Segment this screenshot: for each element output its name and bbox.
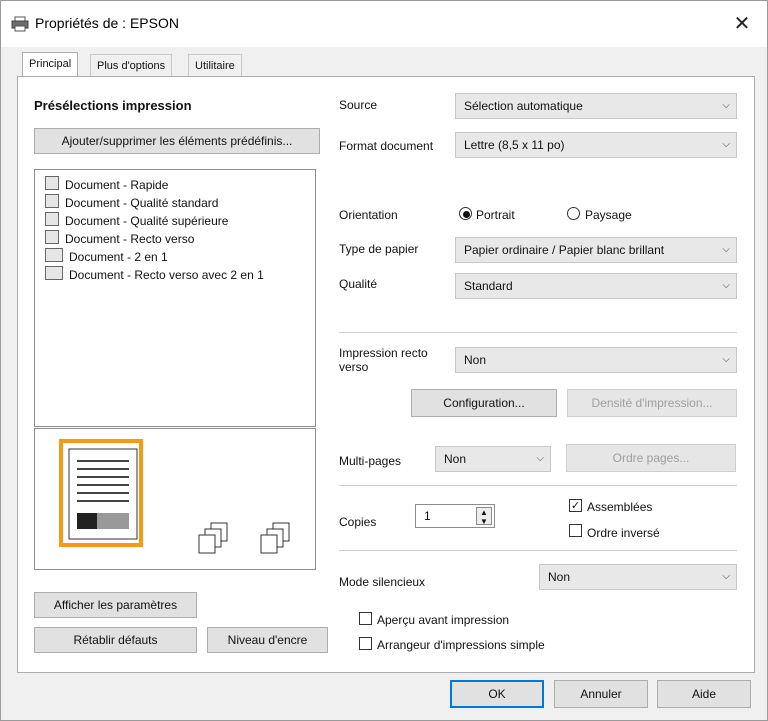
reverse-order-checkbox[interactable]: [569, 524, 582, 537]
chevron-down-icon: ⌵: [722, 280, 730, 291]
ok-button[interactable]: OK: [450, 680, 544, 708]
document-icon: [45, 212, 59, 226]
chevron-down-icon: ⌵: [722, 571, 730, 582]
document-icon: [45, 176, 59, 190]
format-select[interactable]: Lettre (8,5 x 11 po) ⌵: [455, 132, 737, 158]
collate-stack-icon: [260, 522, 290, 554]
preview-before-print-checkbox[interactable]: [359, 612, 372, 625]
list-item[interactable]: Document - Rapide: [45, 176, 168, 194]
quiet-mode-label: Mode silencieux: [339, 575, 426, 589]
source-label: Source: [339, 98, 378, 112]
landscape-label: Paysage: [585, 208, 632, 222]
presets-list[interactable]: Document - Rapide Document - Qualité sta…: [34, 169, 316, 427]
copies-label: Copies: [339, 515, 377, 529]
preview-before-print-label: Aperçu avant impression: [377, 613, 510, 627]
duplex-document-icon: [45, 230, 59, 244]
ink-level-button[interactable]: Niveau d'encre: [207, 627, 328, 653]
print-density-button[interactable]: Densité d'impression...: [567, 389, 737, 417]
list-item[interactable]: Document - Recto verso avec 2 en 1: [45, 266, 264, 284]
close-icon[interactable]: ✕: [727, 9, 757, 39]
spin-arrows-icon[interactable]: ▲ ▼: [476, 507, 492, 526]
chevron-down-icon: ⌵: [536, 453, 544, 464]
quality-label: Qualité: [339, 277, 378, 291]
divider: [339, 485, 737, 486]
multipage-label: Multi-pages: [339, 454, 402, 468]
presets-heading: Présélections impression: [34, 98, 192, 113]
tab-utilitaire[interactable]: Utilitaire: [188, 54, 242, 78]
copies-value[interactable]: 1: [424, 509, 431, 523]
duplex-select[interactable]: Non ⌵: [455, 347, 737, 373]
chevron-down-icon: ⌵: [722, 100, 730, 111]
print-preview: [34, 428, 316, 570]
simple-arranger-checkbox[interactable]: [359, 637, 372, 650]
help-button[interactable]: Aide: [657, 680, 751, 708]
show-settings-button[interactable]: Afficher les paramètres: [34, 592, 197, 618]
configuration-button[interactable]: Configuration...: [411, 389, 557, 417]
chevron-down-icon: ⌵: [722, 139, 730, 150]
list-item[interactable]: Document - Qualité supérieure: [45, 212, 228, 230]
add-remove-presets-button[interactable]: Ajouter/supprimer les éléments prédéfini…: [34, 128, 320, 154]
printer-icon: [11, 16, 29, 32]
divider: [339, 550, 737, 551]
print-properties-window: Propriétés de : EPSON ✕ Principal Plus d…: [0, 0, 768, 721]
source-select[interactable]: Sélection automatique ⌵: [455, 93, 737, 119]
portrait-label: Portrait: [476, 208, 515, 222]
paper-type-label: Type de papier: [339, 242, 419, 256]
chevron-down-icon: ⌵: [722, 244, 730, 255]
cancel-button[interactable]: Annuler: [554, 680, 648, 708]
quality-select[interactable]: Standard ⌵: [455, 273, 737, 299]
chevron-down-icon: ⌵: [722, 354, 730, 365]
title-bar: Propriétés de : EPSON ✕: [1, 1, 767, 47]
window-title: Propriétés de : EPSON: [35, 15, 179, 31]
list-item[interactable]: Document - Recto verso: [45, 230, 194, 248]
duplex-two-in-one-icon: [45, 266, 63, 280]
list-item[interactable]: Document - 2 en 1: [45, 248, 168, 266]
simple-arranger-label: Arrangeur d'impressions simple: [377, 638, 545, 652]
divider: [339, 332, 737, 333]
collate-label: Assemblées: [587, 500, 653, 514]
reset-defaults-button[interactable]: Rétablir défauts: [34, 627, 197, 653]
reverse-order-label: Ordre inversé: [587, 526, 660, 540]
collate-checkbox[interactable]: ✓: [569, 499, 582, 512]
tab-principal[interactable]: Principal: [22, 52, 79, 78]
paper-type-select[interactable]: Papier ordinaire / Papier blanc brillant…: [455, 237, 737, 263]
format-label: Format document: [339, 139, 434, 153]
two-in-one-icon: [45, 248, 63, 262]
page-preview-icon: [59, 439, 143, 547]
document-icon: [45, 194, 59, 208]
tab-plus-options[interactable]: Plus d'options: [90, 54, 173, 78]
orientation-label: Orientation: [339, 208, 398, 222]
duplex-label: Impression recto verso: [339, 346, 428, 374]
list-item[interactable]: Document - Qualité standard: [45, 194, 218, 212]
page-order-button[interactable]: Ordre pages...: [566, 444, 736, 472]
quiet-mode-select[interactable]: Non ⌵: [539, 564, 737, 590]
landscape-radio[interactable]: [567, 207, 580, 220]
portrait-radio[interactable]: [459, 207, 472, 220]
multipage-select[interactable]: Non ⌵: [435, 446, 551, 472]
copies-stepper[interactable]: 1 ▲ ▼: [415, 504, 495, 528]
collate-stack-icon: [198, 522, 228, 554]
